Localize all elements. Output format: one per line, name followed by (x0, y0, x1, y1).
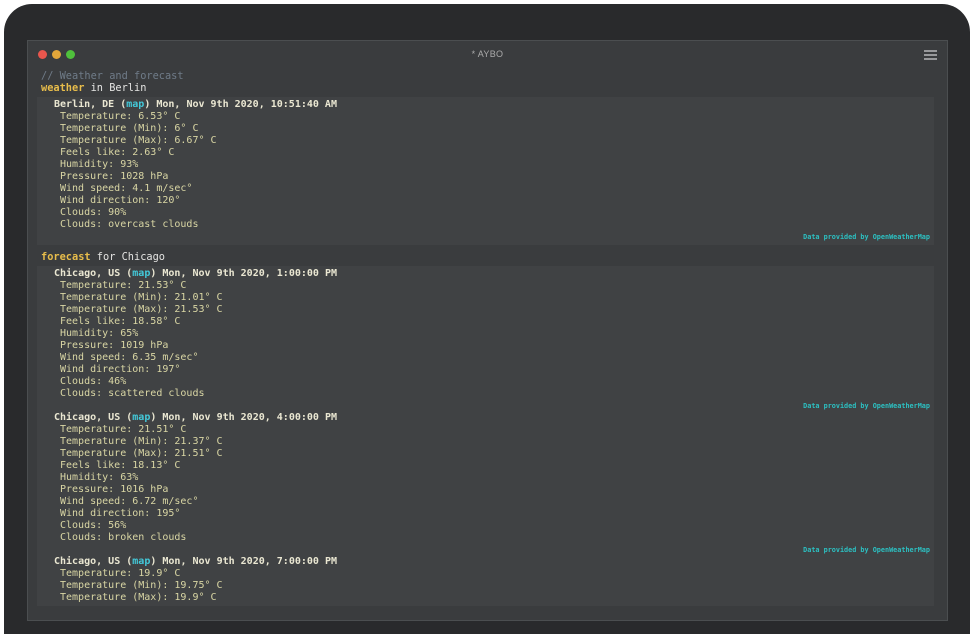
weather-detail: Clouds: broken clouds (37, 532, 934, 544)
weather-detail: Temperature (Max): 21.51° C (37, 448, 934, 460)
comment-line: // Weather and forecast (28, 70, 947, 82)
weather-detail: Temperature (Max): 19.9° C (37, 592, 934, 604)
attribution-link[interactable]: Data provided by OpenWeatherMap (803, 233, 930, 241)
result-header: Berlin, DE (map) Mon, Nov 9th 2020, 10:5… (37, 99, 934, 111)
minimize-button[interactable] (52, 50, 61, 59)
attribution-line: Data provided by OpenWeatherMap (37, 544, 934, 556)
weather-detail: Feels like: 2.63° C (37, 147, 934, 159)
weather-detail: Feels like: 18.13° C (37, 460, 934, 472)
command-line-forecast: forecast for Chicago (28, 251, 947, 263)
weather-detail: Clouds: 90% (37, 207, 934, 219)
zoom-button[interactable] (66, 50, 75, 59)
window-title: * AYBO (28, 41, 947, 67)
command-keyword: forecast (41, 251, 91, 263)
weather-detail: Wind speed: 6.72 m/sec° (37, 496, 934, 508)
weather-detail: Temperature: 21.51° C (37, 424, 934, 436)
weather-detail: Temperature (Min): 6° C (37, 123, 934, 135)
datetime-text: ) Mon, Nov 9th 2020, 4:00:00 PM (150, 412, 337, 423)
weather-detail: Temperature (Min): 19.75° C (37, 580, 934, 592)
weather-detail: Clouds: scattered clouds (37, 388, 934, 400)
weather-detail: Temperature: 6.53° C (37, 111, 934, 123)
result-header: Chicago, US (map) Mon, Nov 9th 2020, 7:0… (37, 556, 934, 568)
terminal-content: // Weather and forecast weather in Berli… (28, 67, 947, 606)
forecast-entry: Chicago, US (map) Mon, Nov 9th 2020, 1:0… (37, 268, 934, 412)
weather-detail: Humidity: 63% (37, 472, 934, 484)
forecast-entry: Chicago, US (map) Mon, Nov 9th 2020, 4:0… (37, 412, 934, 556)
weather-detail: Wind speed: 6.35 m/sec° (37, 352, 934, 364)
app-window: * AYBO // Weather and forecast weather i… (27, 40, 948, 621)
weather-detail: Feels like: 18.58° C (37, 316, 934, 328)
weather-detail: Wind direction: 120° (37, 195, 934, 207)
traffic-lights (38, 50, 75, 59)
datetime-text: ) Mon, Nov 9th 2020, 1:00:00 PM (150, 268, 337, 279)
attribution-line: Data provided by OpenWeatherMap (37, 231, 934, 243)
map-link[interactable]: map (132, 412, 150, 423)
map-link[interactable]: map (126, 99, 144, 110)
titlebar: * AYBO (28, 41, 947, 67)
hamburger-menu-icon[interactable] (924, 50, 937, 60)
datetime-text: ) Mon, Nov 9th 2020, 10:51:40 AM (144, 99, 337, 110)
attribution-link[interactable]: Data provided by OpenWeatherMap (803, 546, 930, 554)
command-args: for Chicago (91, 251, 165, 263)
weather-detail: Pressure: 1028 hPa (37, 171, 934, 183)
location-text: Berlin, DE ( (54, 99, 126, 110)
weather-detail: Humidity: 65% (37, 328, 934, 340)
forecast-result-card: Chicago, US (map) Mon, Nov 9th 2020, 1:0… (37, 266, 934, 606)
datetime-text: ) Mon, Nov 9th 2020, 7:00:00 PM (150, 556, 337, 567)
location-text: Chicago, US ( (54, 412, 132, 423)
weather-detail: Pressure: 1019 hPa (37, 340, 934, 352)
weather-detail: Pressure: 1016 hPa (37, 484, 934, 496)
weather-detail: Temperature: 19.9° C (37, 568, 934, 580)
weather-detail: Temperature (Min): 21.01° C (37, 292, 934, 304)
weather-detail: Temperature (Max): 21.53° C (37, 304, 934, 316)
attribution-link[interactable]: Data provided by OpenWeatherMap (803, 402, 930, 410)
weather-detail: Wind speed: 4.1 m/sec° (37, 183, 934, 195)
weather-detail: Humidity: 93% (37, 159, 934, 171)
weather-detail: Temperature (Min): 21.37° C (37, 436, 934, 448)
weather-detail: Wind direction: 197° (37, 364, 934, 376)
command-line-weather: weather in Berlin (28, 82, 947, 94)
weather-detail: Clouds: 56% (37, 520, 934, 532)
map-link[interactable]: map (132, 556, 150, 567)
command-keyword: weather (41, 82, 84, 94)
location-text: Chicago, US ( (54, 268, 132, 279)
weather-detail: Clouds: overcast clouds (37, 219, 934, 231)
forecast-entry: Chicago, US (map) Mon, Nov 9th 2020, 7:0… (37, 556, 934, 604)
close-button[interactable] (38, 50, 47, 59)
weather-detail: Temperature: 21.53° C (37, 280, 934, 292)
location-text: Chicago, US ( (54, 556, 132, 567)
weather-detail: Wind direction: 195° (37, 508, 934, 520)
weather-detail: Temperature (Max): 6.67° C (37, 135, 934, 147)
result-header: Chicago, US (map) Mon, Nov 9th 2020, 1:0… (37, 268, 934, 280)
command-args: in Berlin (84, 82, 146, 94)
map-link[interactable]: map (132, 268, 150, 279)
result-header: Chicago, US (map) Mon, Nov 9th 2020, 4:0… (37, 412, 934, 424)
device-frame: * AYBO // Weather and forecast weather i… (4, 4, 970, 634)
weather-result-card: Berlin, DE (map) Mon, Nov 9th 2020, 10:5… (37, 97, 934, 245)
attribution-line: Data provided by OpenWeatherMap (37, 400, 934, 412)
weather-detail: Clouds: 46% (37, 376, 934, 388)
